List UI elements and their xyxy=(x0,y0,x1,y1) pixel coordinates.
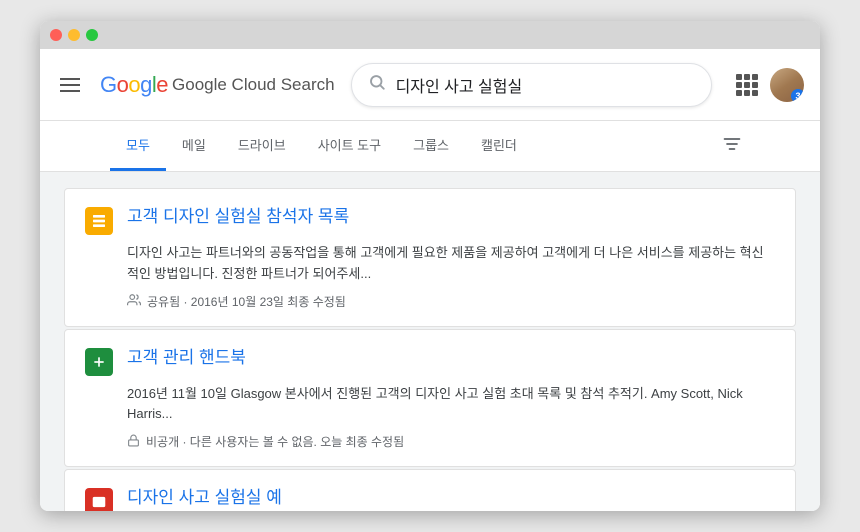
result-3-title[interactable]: 디자인 사고 실험실 예 xyxy=(127,486,282,510)
result-2-body: 2016년 11월 10일 Glasgow 본사에서 진행된 고객의 디자인 사… xyxy=(85,384,775,451)
result-card-3: 디자인 사고 실험실 예 xyxy=(64,469,796,511)
app-window: Google Google Cloud Search xyxy=(40,21,820,511)
search-bar[interactable] xyxy=(351,63,712,107)
titlebar xyxy=(40,21,820,49)
result-3-header: 디자인 사고 실험실 예 xyxy=(85,486,775,511)
apps-icon[interactable] xyxy=(736,74,758,96)
result-1-snippet: 디자인 사고는 파트너와의 공동작업을 통해 고객에게 필요한 제품을 제공하여… xyxy=(127,243,775,285)
header: Google Google Cloud Search xyxy=(40,49,820,121)
result-1-header: 고객 디자인 실험실 참석자 목록 xyxy=(85,205,775,235)
results-area: 고객 디자인 실험실 참석자 목록 디자인 사고는 파트너와의 공동작업을 통해… xyxy=(40,172,820,511)
result-1-meta: 공유됨 · 2016년 10월 23일 최종 수정됨 xyxy=(127,293,775,310)
people-icon xyxy=(127,293,141,310)
google-logo-text: Google xyxy=(100,72,168,98)
logo: Google Google Cloud Search xyxy=(100,72,335,98)
result-1-title[interactable]: 고객 디자인 실험실 참석자 목록 xyxy=(127,205,349,229)
result-1-meta-text: 공유됨 · 2016년 10월 23일 최종 수정됨 xyxy=(147,293,346,310)
search-input[interactable] xyxy=(396,76,695,94)
result-2-meta-text: 비공개 · 다른 사용자는 볼 수 없음. 오늘 최종 수정됨 xyxy=(146,433,404,450)
avatar[interactable]: 3 xyxy=(770,68,804,102)
result-3-icon xyxy=(85,488,113,511)
filter-icon[interactable] xyxy=(714,126,750,167)
tabs-bar: 모두 메일 드라이브 사이트 도구 그룹스 캘린더 xyxy=(40,121,820,172)
tab-calendar[interactable]: 캘린더 xyxy=(465,121,533,171)
menu-button[interactable] xyxy=(56,74,84,96)
result-1-body: 디자인 사고는 파트너와의 공동작업을 통해 고객에게 필요한 제품을 제공하여… xyxy=(85,243,775,310)
cloud-search-logo-text: Google Cloud Search xyxy=(172,75,335,95)
header-actions: 3 xyxy=(736,68,804,102)
result-2-meta: 비공개 · 다른 사용자는 볼 수 없음. 오늘 최종 수정됨 xyxy=(127,433,775,450)
maximize-button[interactable] xyxy=(86,29,98,41)
result-2-snippet: 2016년 11월 10일 Glasgow 본사에서 진행된 고객의 디자인 사… xyxy=(127,384,775,426)
tab-drive[interactable]: 드라이브 xyxy=(222,121,302,171)
result-2-header: 고객 관리 핸드북 xyxy=(85,346,775,376)
tab-mail[interactable]: 메일 xyxy=(166,121,222,171)
avatar-badge: 3 xyxy=(791,89,804,102)
close-button[interactable] xyxy=(50,29,62,41)
tab-sites[interactable]: 사이트 도구 xyxy=(302,121,397,171)
result-card-1: 고객 디자인 실험실 참석자 목록 디자인 사고는 파트너와의 공동작업을 통해… xyxy=(64,188,796,327)
result-2-icon xyxy=(85,348,113,376)
result-1-icon xyxy=(85,207,113,235)
result-card-2: 고객 관리 핸드북 2016년 11월 10일 Glasgow 본사에서 진행된… xyxy=(64,329,796,468)
tab-groups[interactable]: 그룹스 xyxy=(397,121,465,171)
minimize-button[interactable] xyxy=(68,29,80,41)
search-icon xyxy=(368,73,386,96)
tab-all[interactable]: 모두 xyxy=(110,121,166,171)
result-2-title[interactable]: 고객 관리 핸드북 xyxy=(127,346,246,370)
lock-icon xyxy=(127,434,140,450)
